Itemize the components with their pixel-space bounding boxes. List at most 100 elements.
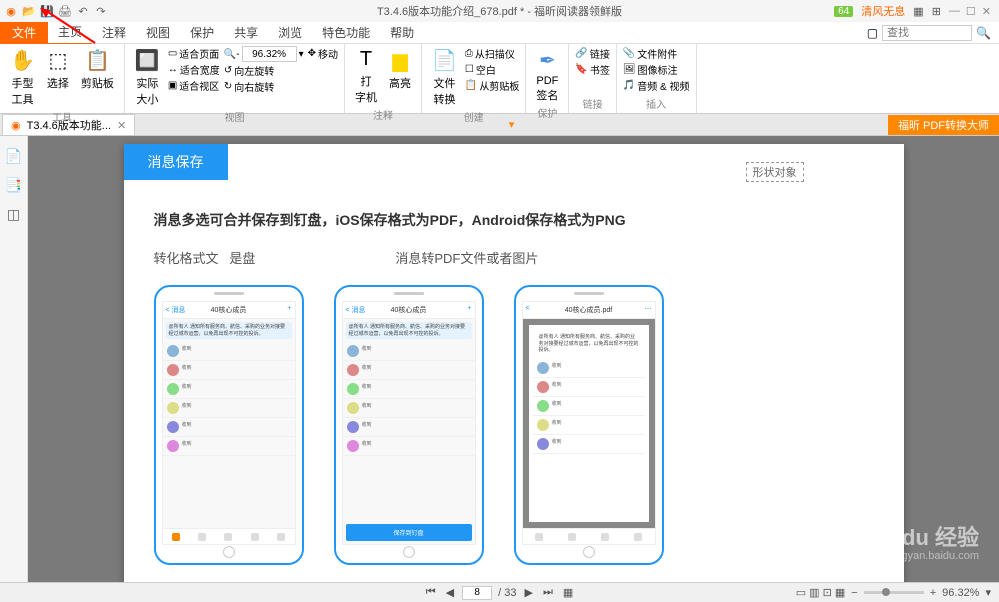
section-title: 消息保存: [124, 144, 228, 180]
next-page-button[interactable]: ▶: [522, 586, 534, 599]
paste-icon: 📋: [465, 80, 477, 91]
file-convert-icon: 📄: [432, 48, 457, 73]
image-annot-button[interactable]: 🖼图像标注: [623, 62, 690, 77]
clipboard-icon: 📋: [85, 48, 110, 73]
pdf-page: 消息保存 形状对象 消息多选可合并保存到钉盘，iOS保存格式为PDF，Andro…: [124, 144, 904, 582]
menu-help[interactable]: 帮助: [380, 21, 424, 44]
grid-icon[interactable]: ⊞: [932, 5, 941, 18]
file-menu[interactable]: 文件: [0, 21, 48, 44]
group-label-protect: 保护: [532, 105, 562, 120]
print-icon[interactable]: 🖨: [58, 4, 72, 18]
clipboard-button[interactable]: 📋剪贴板: [77, 46, 118, 93]
ribbon-toggle-icon[interactable]: ▢: [867, 26, 878, 40]
fit-visible-button[interactable]: ▣适合视区: [168, 78, 220, 93]
menu-share[interactable]: 共享: [224, 21, 268, 44]
save-icon[interactable]: 💾: [40, 4, 54, 18]
menu-view[interactable]: 视图: [136, 21, 180, 44]
typewriter-icon: T: [360, 48, 372, 71]
first-page-button[interactable]: ⏮: [424, 586, 438, 599]
tab-close-icon[interactable]: ✕: [117, 119, 126, 132]
highlight-icon: ▆: [392, 48, 407, 73]
sidebar-pages-icon[interactable]: 📄: [5, 148, 22, 165]
maximize-button[interactable]: ☐: [966, 5, 976, 18]
zoom-out-icon[interactable]: 🔍-: [224, 49, 240, 60]
pdf-sign-button[interactable]: ✒PDF 签名: [532, 46, 562, 105]
bookmark-button[interactable]: 🔖书签: [575, 62, 609, 77]
fit-page-button[interactable]: ▭适合页面: [168, 46, 220, 61]
fit-visible-icon: ▣: [168, 80, 177, 91]
cursor-icon: ⬚: [48, 48, 67, 73]
file-attach-button[interactable]: 📎文件附件: [623, 46, 690, 61]
actual-size-button[interactable]: 🔲实际 大小: [131, 46, 164, 109]
move-button[interactable]: ✥移动: [308, 46, 338, 61]
undo-icon[interactable]: ↶: [76, 4, 90, 18]
notification-badge[interactable]: 64: [834, 6, 853, 17]
skin-icon[interactable]: ▦: [913, 5, 923, 18]
shape-annotation[interactable]: 形状对象: [746, 162, 804, 182]
page-layout-button[interactable]: ▦: [561, 586, 575, 599]
link-icon: 🔗: [575, 48, 587, 59]
total-pages: / 33: [498, 587, 516, 599]
rotate-left-icon: ↺: [224, 65, 232, 76]
rotate-left-button[interactable]: ↺向左旋转: [224, 63, 304, 78]
from-scanner-button[interactable]: ⎙从扫描仪: [465, 46, 519, 61]
group-label-annotate: 注释: [351, 107, 415, 122]
ribbon: ✋手型 工具 ⬚选择 📋剪贴板 工具 🔲实际 大小 ▭适合页面 ↔适合宽度 ▣适…: [0, 44, 999, 114]
group-label-view: 视图: [131, 109, 338, 124]
zoom-out-button[interactable]: −: [851, 587, 857, 599]
redo-icon[interactable]: ↷: [94, 4, 108, 18]
sign-icon: ✒: [539, 48, 556, 73]
view-mode-icons[interactable]: ▭ ▥ ⊡ ▦: [796, 586, 846, 599]
file-convert-button[interactable]: 📄文件 转换: [428, 46, 461, 109]
minimize-button[interactable]: —: [949, 5, 960, 18]
hand-tool-button[interactable]: ✋手型 工具: [6, 46, 39, 109]
zoom-input[interactable]: [242, 46, 297, 62]
prev-page-button[interactable]: ◀: [444, 586, 456, 599]
sidebar-bookmarks-icon[interactable]: 📑: [5, 177, 22, 194]
open-icon[interactable]: 📂: [22, 4, 36, 18]
watermark-url: jingyan.baidu.com: [890, 550, 979, 562]
menu-features[interactable]: 特色功能: [312, 21, 380, 44]
last-page-button[interactable]: ⏭: [541, 586, 555, 599]
highlight-button[interactable]: ▆高亮: [385, 46, 415, 93]
menu-protect[interactable]: 保护: [180, 21, 224, 44]
subtitles-row: 转化格式文 是盘 消息转PDF文件或者图片: [154, 248, 874, 267]
phone-mockup-1: < 消息40核心成员+ @所有人 通知所有服务商、航信、采购的业务对接要经过城市…: [154, 285, 304, 565]
zoom-level: 96.32%: [942, 587, 979, 599]
fit-width-button[interactable]: ↔适合宽度: [168, 62, 220, 77]
search-input[interactable]: [882, 25, 972, 41]
rotate-right-button[interactable]: ↻向右旋转: [224, 79, 304, 94]
hand-icon: ✋: [10, 48, 35, 73]
bookmark-icon: 🔖: [575, 64, 587, 75]
blank-icon: ☐: [465, 64, 474, 75]
close-button[interactable]: ✕: [982, 5, 991, 18]
page-number-input[interactable]: [462, 586, 492, 600]
scanner-icon: ⎙: [465, 48, 473, 59]
status-bar: ⏮ ◀ / 33 ▶ ⏭ ▦ ▭ ▥ ⊡ ▦ − + 96.32% ▾: [0, 582, 999, 602]
menu-browse[interactable]: 浏览: [268, 21, 312, 44]
zoom-in-button[interactable]: +: [930, 587, 936, 599]
audio-video-button[interactable]: 🎵音频 & 视频: [623, 78, 690, 93]
phone-mockup-3: <40核心成员.pdf⋯ @所有人 通知所有服务商、航信、采购的业务对接要经过城…: [514, 285, 664, 565]
menu-annotate[interactable]: 注释: [92, 21, 136, 44]
typewriter-button[interactable]: T打 字机: [351, 46, 381, 107]
zoom-dropdown-icon[interactable]: ▾: [299, 49, 304, 60]
zoom-slider[interactable]: [864, 591, 924, 594]
document-viewport[interactable]: 消息保存 形状对象 消息多选可合并保存到钉盘，iOS保存格式为PDF，Andro…: [28, 136, 999, 582]
promo-banner[interactable]: 福昕 PDF转换大师: [888, 115, 999, 135]
zoom-dropdown[interactable]: ▾: [985, 586, 991, 599]
link-button[interactable]: 🔗链接: [575, 46, 609, 61]
select-tool-button[interactable]: ⬚选择: [43, 46, 73, 93]
blank-button[interactable]: ☐空白: [465, 62, 519, 77]
fit-page-icon: ▭: [168, 48, 177, 59]
user-status[interactable]: 清风无息: [861, 3, 905, 19]
menu-home[interactable]: 主页: [48, 20, 92, 45]
search-icon[interactable]: 🔍: [976, 26, 991, 40]
actual-size-icon: 🔲: [135, 48, 160, 73]
sidebar-layers-icon[interactable]: ◫: [7, 206, 20, 223]
fit-width-icon: ↔: [168, 64, 178, 75]
page-main-title: 消息多选可合并保存到钉盘，iOS保存格式为PDF，Android保存格式为PNG: [154, 210, 874, 230]
group-label-tools: 工具: [6, 109, 118, 124]
from-clipboard-button[interactable]: 📋从剪贴板: [465, 78, 519, 93]
phone-mockup-2: < 消息40核心成员+ @所有人 通知所有服务商、航信、采购的业务对接要经过城市…: [334, 285, 484, 565]
